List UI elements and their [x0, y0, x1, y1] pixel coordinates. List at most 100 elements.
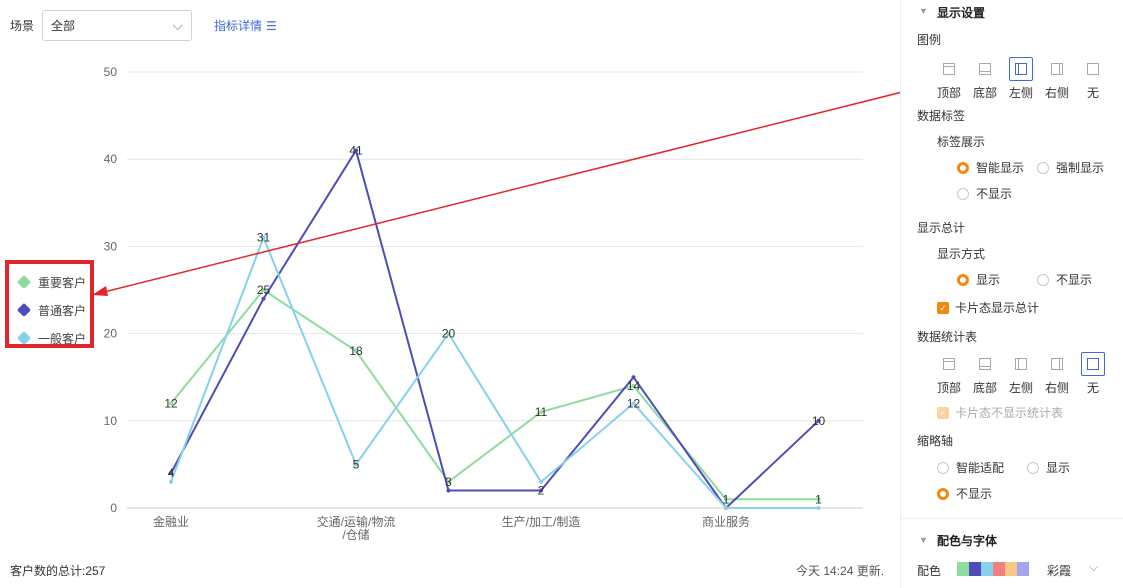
x-tick-label: 生产/加工/制造	[502, 515, 581, 529]
toolbar: 场景 全部 ⌵ 指标详情 ☰	[10, 10, 277, 41]
legend-option-label: 底部	[972, 86, 997, 100]
radio-label: 不显示	[956, 487, 993, 501]
legend-item[interactable]: 普通客户	[16, 296, 90, 324]
legend-item[interactable]: 一般客户	[16, 324, 90, 352]
layout-bottom-icon	[979, 63, 991, 75]
data-point[interactable]	[724, 506, 728, 510]
data-point[interactable]	[354, 462, 358, 467]
stats-option-top[interactable]: 顶部	[933, 352, 965, 396]
update-time: 今天 14:24 更新.	[796, 564, 885, 578]
y-tick-label: 20	[104, 327, 118, 341]
data-label: 18	[349, 344, 363, 358]
scene-select[interactable]: 全部 ⌵	[42, 10, 193, 41]
data-point[interactable]	[261, 235, 266, 240]
stats-option-label: 右侧	[1044, 381, 1069, 395]
data-point[interactable]	[169, 471, 173, 476]
stats-option-right[interactable]: 右侧	[1041, 352, 1073, 396]
data-point[interactable]	[539, 488, 543, 493]
radio-unchecked-icon	[957, 187, 969, 200]
list-icon: ☰	[266, 18, 277, 33]
data-label: 12	[164, 396, 178, 410]
stats-table-title: 数据统计表	[917, 330, 978, 344]
settings-panel: ▼ 显示设置 图例 顶部 底部 左侧 右侧 无 数据标签 标签展示 智能显示 强…	[900, 0, 1123, 588]
caret-down-icon[interactable]: ▼	[919, 535, 928, 545]
palette-swatch	[1005, 562, 1017, 576]
data-point[interactable]	[631, 383, 636, 388]
x-tick-label: 交通/运输/物流	[317, 514, 396, 529]
chevron-down-icon[interactable]: ⌵	[1089, 560, 1098, 575]
palette-swatches[interactable]	[957, 562, 1029, 576]
stats-option-label: 底部	[972, 381, 997, 395]
data-point[interactable]	[261, 296, 266, 301]
checkmark-icon: ✓	[937, 301, 949, 314]
radio-smart-display[interactable]: 智能显示	[957, 159, 1024, 176]
legend-option-label: 顶部	[936, 86, 961, 100]
radio-smart-fit[interactable]: 智能适配	[937, 459, 1004, 476]
data-point[interactable]	[539, 410, 543, 415]
data-point[interactable]	[816, 418, 821, 423]
data-point[interactable]	[631, 375, 636, 380]
radio-hide-total[interactable]: 不显示	[1037, 271, 1092, 288]
palette-swatch	[1017, 562, 1029, 576]
data-point[interactable]	[354, 148, 358, 153]
legend-option-left[interactable]: 左侧	[1005, 57, 1037, 101]
data-label: 2	[538, 484, 545, 498]
legend-item[interactable]: 重要客户	[16, 268, 90, 296]
data-label: 1	[723, 492, 730, 506]
palette-swatch	[981, 562, 993, 576]
stats-option-bottom[interactable]: 底部	[969, 352, 1001, 396]
chart-legend: 重要客户 普通客户 一般客户	[5, 260, 94, 348]
data-point[interactable]	[631, 401, 636, 406]
data-point[interactable]	[169, 479, 173, 484]
legend-marker-icon	[16, 274, 32, 290]
legend-option-none[interactable]: 无	[1077, 57, 1109, 101]
legend-option-top[interactable]: 顶部	[933, 57, 965, 101]
radio-force-display[interactable]: 强制显示	[1037, 159, 1104, 176]
card-no-stats-checkbox[interactable]: ✓ 卡片态不显示统计表	[937, 404, 1063, 421]
legend-marker-icon	[16, 302, 32, 318]
legend-option-bottom[interactable]: 底部	[969, 57, 1001, 101]
series-line	[170, 234, 819, 509]
y-tick-label: 50	[104, 65, 118, 79]
checkbox-label: 卡片态不显示统计表	[955, 406, 1064, 420]
data-point[interactable]	[724, 506, 728, 510]
legend-option-label: 无	[1086, 86, 1099, 100]
data-point[interactable]	[816, 497, 821, 502]
x-tick-label: 商业服务	[702, 514, 750, 529]
radio-no-display[interactable]: 不显示	[957, 185, 1012, 202]
data-point[interactable]	[724, 497, 728, 502]
metric-details-link[interactable]: 指标详情 ☰	[214, 17, 277, 34]
legend-item-label: 一般客户	[38, 331, 87, 346]
radio-label: 智能显示	[976, 161, 1025, 175]
data-point[interactable]	[446, 331, 451, 336]
chevron-down-icon: ⌵	[172, 17, 184, 33]
radio-thumb-hide[interactable]: 不显示	[937, 485, 992, 502]
caret-down-icon[interactable]: ▼	[919, 6, 928, 16]
data-label: 11	[535, 405, 548, 419]
radio-show-total[interactable]: 显示	[957, 271, 1000, 288]
annotation-arrow	[92, 64, 1011, 296]
stats-option-left[interactable]: 左侧	[1005, 352, 1037, 396]
palette-swatch	[993, 562, 1005, 576]
scene-select-value: 全部	[51, 19, 76, 33]
radio-label: 显示	[1046, 461, 1071, 475]
x-tick-label: /仓储	[342, 527, 369, 542]
layout-right-icon	[1051, 63, 1063, 75]
data-point[interactable]	[539, 479, 543, 484]
data-point[interactable]	[446, 488, 451, 493]
data-point[interactable]	[169, 401, 173, 406]
data-point[interactable]	[354, 349, 358, 354]
card-total-checkbox[interactable]: ✓ 卡片态显示总计	[937, 299, 1039, 316]
radio-unchecked-icon	[1037, 161, 1049, 174]
data-label: 5	[353, 457, 360, 471]
data-point[interactable]	[446, 479, 451, 484]
radio-label: 强制显示	[1056, 161, 1105, 175]
data-point[interactable]	[816, 506, 821, 510]
scene-label: 场景	[10, 19, 35, 33]
stats-option-none[interactable]: 无	[1077, 352, 1109, 396]
data-label: 14	[627, 379, 641, 393]
radio-thumb-show[interactable]: 显示	[1027, 459, 1070, 476]
data-point[interactable]	[261, 288, 266, 292]
display-settings-title: 显示设置	[937, 6, 986, 20]
legend-option-right[interactable]: 右侧	[1041, 57, 1073, 101]
